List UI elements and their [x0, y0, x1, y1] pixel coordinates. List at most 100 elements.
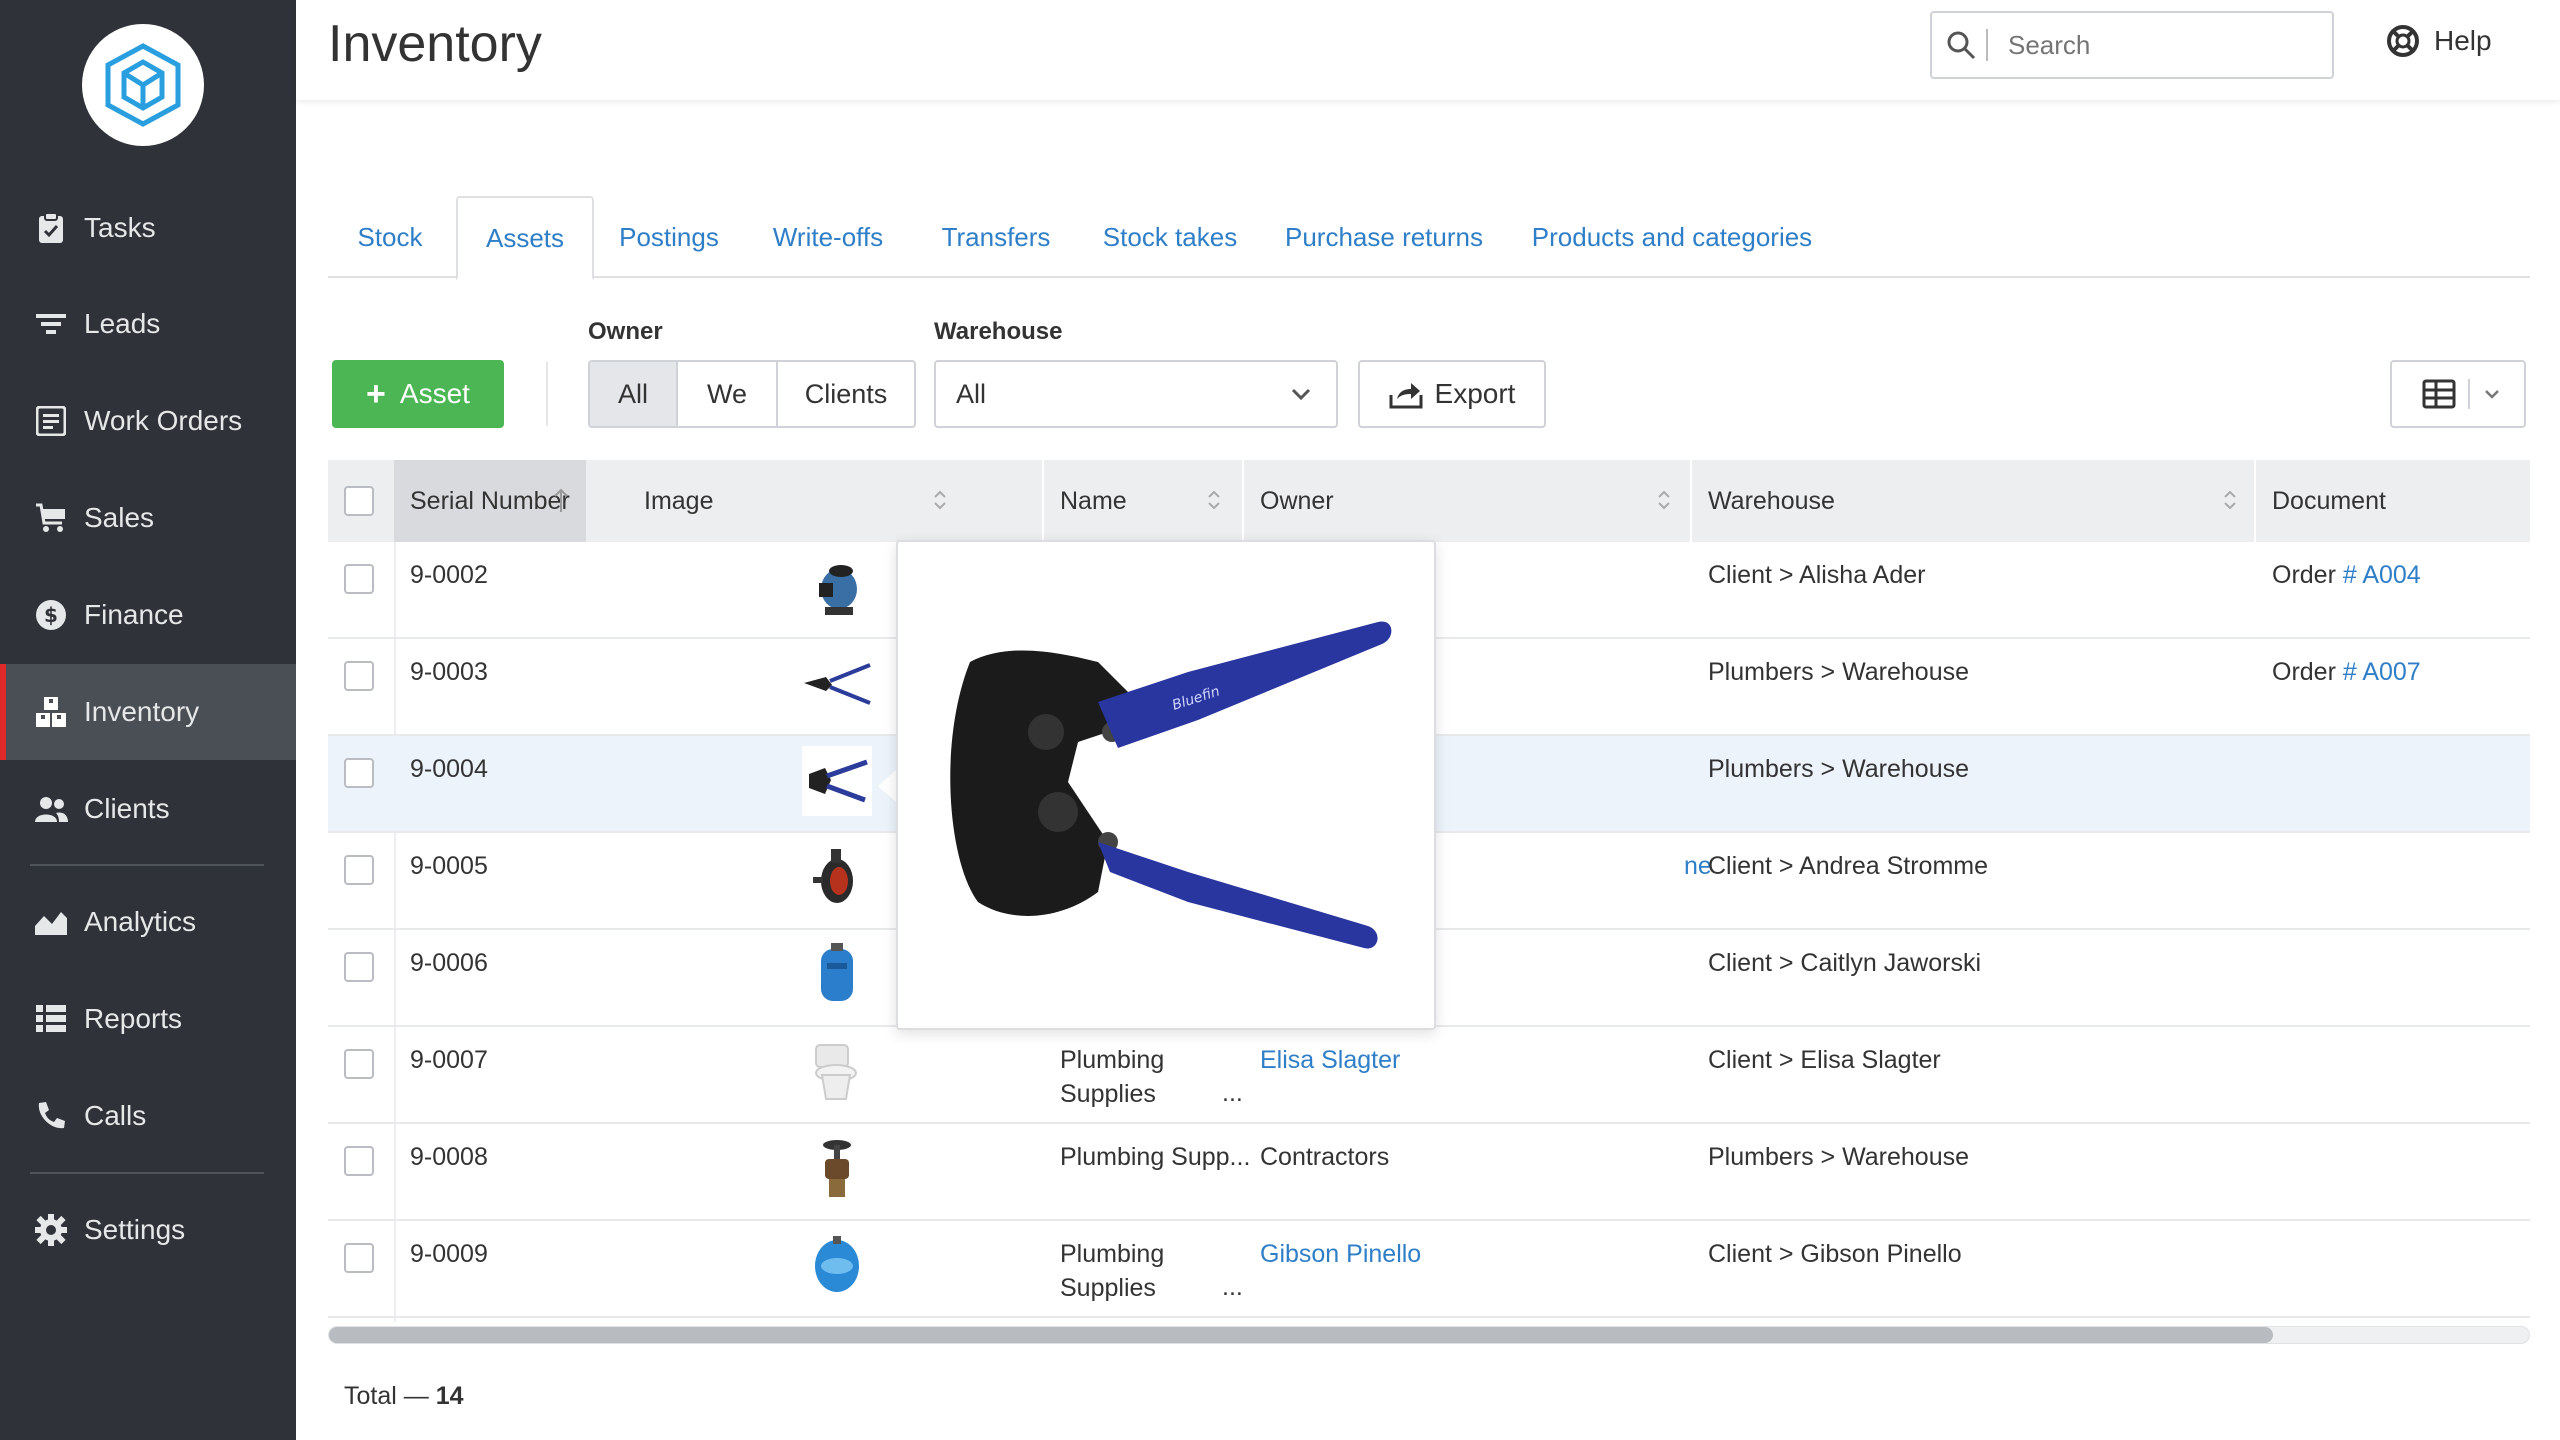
sidebar-item-label: Calls [84, 1100, 147, 1131]
sidebar-item-analytics[interactable]: Analytics [0, 874, 296, 970]
product-thumbnail-crimper-icon[interactable] [802, 746, 872, 816]
document-cell: Order # A004 [2272, 561, 2421, 589]
row-checkbox[interactable] [344, 661, 374, 691]
sidebar-item-label: Finance [84, 599, 184, 630]
tab-postings[interactable]: Postings [598, 196, 740, 278]
cart-icon [34, 501, 68, 535]
sidebar-item-settings[interactable]: Settings [0, 1182, 296, 1278]
tab-transfers[interactable]: Transfers [916, 196, 1076, 278]
sidebar-item-sales[interactable]: Sales [0, 470, 296, 566]
add-asset-label: Asset [399, 378, 470, 409]
image-preview-popup: Bluefin [896, 540, 1436, 1030]
app-logo[interactable] [82, 24, 204, 146]
tab-stock-takes[interactable]: Stock takes [1084, 196, 1256, 278]
view-toggle-divider [2468, 379, 2470, 409]
owner-filter: All We Clients [588, 360, 916, 428]
users-icon [34, 792, 68, 826]
export-button[interactable]: Export [1358, 360, 1546, 428]
warehouse-cell: Client > Caitlyn Jaworski [1708, 949, 1982, 977]
export-label: Export [1434, 378, 1516, 409]
tab-stock[interactable]: Stock [328, 196, 452, 278]
view-toggle-button[interactable] [2390, 360, 2526, 428]
row-checkbox[interactable] [344, 855, 374, 885]
search-icon [1947, 31, 1976, 60]
column-header-owner[interactable]: Owner [1244, 460, 1688, 542]
help-button[interactable]: Help [2386, 24, 2492, 58]
row-checkbox[interactable] [344, 1049, 374, 1079]
select-all-cell [328, 460, 394, 542]
warehouse-select-value: All [956, 378, 987, 409]
sidebar-divider [30, 1172, 264, 1174]
name-ellipsis: ... [1222, 1079, 1243, 1107]
tab-products-and-categories[interactable]: Products and categories [1512, 196, 1832, 278]
product-thumbnail-sump-pump-icon[interactable] [802, 843, 872, 913]
product-thumbnail-pump-icon[interactable] [802, 552, 872, 622]
select-all-checkbox[interactable] [344, 486, 374, 516]
svg-text:$: $ [44, 603, 58, 627]
warehouse-cell: Plumbers > Warehouse [1708, 755, 1969, 783]
search-input[interactable] [2008, 29, 2308, 61]
column-header-serial-number[interactable]: Serial Number [394, 460, 586, 542]
crimping-tool-preview-icon: Bluefin [950, 621, 1392, 949]
sidebar: Tasks Leads Work Orders Sales $ Finance … [0, 0, 296, 1440]
product-thumbnail-expansion-tank-icon[interactable] [802, 1231, 872, 1301]
owner-cell[interactable]: Gibson Pinello [1260, 1237, 1421, 1271]
document-cell: Order # A007 [2272, 658, 2421, 686]
sidebar-item-reports[interactable]: Reports [0, 971, 296, 1067]
column-header-document[interactable]: Document [2256, 460, 2530, 542]
table-row[interactable]: 9-0007 Plumbing Supplies ... Elisa Slagt… [328, 1027, 2530, 1124]
owner-option-all[interactable]: All [590, 362, 678, 426]
sidebar-item-leads[interactable]: Leads [0, 276, 296, 372]
tab-purchase-returns[interactable]: Purchase returns [1264, 196, 1504, 278]
row-checkbox[interactable] [344, 952, 374, 982]
row-checkbox[interactable] [344, 758, 374, 788]
sidebar-item-calls[interactable]: Calls [0, 1068, 296, 1164]
sidebar-item-tasks[interactable]: Tasks [0, 180, 296, 276]
product-thumbnail-valve-icon[interactable] [802, 1134, 872, 1204]
product-thumbnail-toilet-icon[interactable] [802, 1037, 872, 1107]
scrollbar-thumb[interactable] [329, 1327, 2273, 1343]
warehouse-cell: Plumbers > Warehouse [1708, 658, 1969, 686]
column-header-name[interactable]: Name [1044, 460, 1238, 542]
tab-write-offs[interactable]: Write-offs [748, 196, 908, 278]
owner-option-we[interactable]: We [678, 362, 778, 426]
sort-icon [1658, 490, 1670, 510]
row-checkbox[interactable] [344, 564, 374, 594]
sidebar-item-clients[interactable]: Clients [0, 761, 296, 857]
product-thumbnail-pliers-icon[interactable] [802, 649, 872, 719]
sidebar-item-inventory[interactable]: Inventory [0, 664, 296, 760]
tab-assets[interactable]: Assets [456, 196, 594, 280]
owner-option-clients[interactable]: Clients [778, 362, 914, 426]
sidebar-item-label: Tasks [84, 212, 156, 243]
search-separator [1986, 29, 1988, 61]
row-checkbox[interactable] [344, 1146, 374, 1176]
serial-number-cell: 9-0008 [410, 1143, 488, 1171]
column-header-image[interactable]: Image [644, 460, 964, 542]
toolbar-divider [546, 362, 548, 426]
sidebar-item-label: Sales [84, 502, 155, 533]
order-link[interactable]: # A004 [2343, 561, 2421, 589]
warehouse-select[interactable]: All [934, 360, 1338, 428]
sidebar-item-finance[interactable]: $ Finance [0, 567, 296, 663]
sort-icon [2224, 490, 2236, 510]
sidebar-item-label: Leads [84, 308, 161, 339]
owner-cell: Contractors [1260, 1143, 1390, 1171]
column-header-warehouse[interactable]: Warehouse [1692, 460, 2254, 542]
serial-number-cell: 9-0006 [410, 949, 488, 977]
row-checkbox[interactable] [344, 1243, 374, 1273]
list-icon [34, 1002, 68, 1036]
horizontal-scrollbar[interactable] [328, 1326, 2530, 1344]
search-box[interactable] [1930, 11, 2334, 79]
hexagon-logo-icon [105, 43, 181, 127]
sidebar-item-label: Work Orders [84, 405, 243, 436]
add-asset-button[interactable]: + Asset [332, 360, 504, 428]
owner-cell[interactable]: Elisa Slagter [1260, 1043, 1400, 1077]
table-row[interactable]: 9-0008 Plumbing Supp... Contractors Plum… [328, 1124, 2530, 1221]
product-thumbnail-tank-icon[interactable] [802, 940, 872, 1010]
table-row[interactable]: 9-0009 Plumbing Supplies ... Gibson Pine… [328, 1221, 2530, 1318]
sidebar-item-work-orders[interactable]: Work Orders [0, 373, 296, 469]
serial-number-cell: 9-0007 [410, 1046, 488, 1074]
phone-icon [34, 1099, 68, 1133]
warehouse-cell: Client > Andrea Stromme [1708, 852, 1988, 880]
order-link[interactable]: # A007 [2343, 658, 2421, 686]
